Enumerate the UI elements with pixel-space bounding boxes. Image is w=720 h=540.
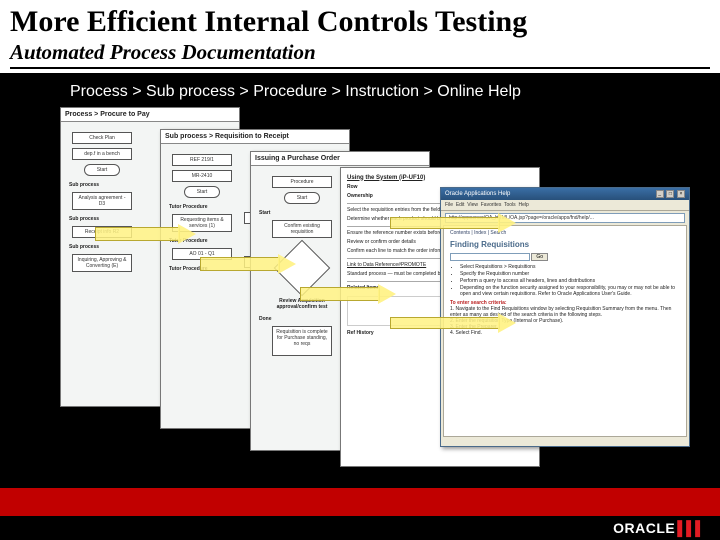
title-block: More Efficient Internal Controls Testing… [0,0,720,73]
cascade-stage: Process > Procure to Pay Check Plan dep.… [0,107,720,477]
instr-footer: Ref History [347,330,374,336]
breadcrumb: Process > Sub process > Procedure > Inst… [0,73,720,101]
help-bullet: Perform a query to access all headers, l… [460,278,680,284]
help-content: Contents | Index | Search Finding Requis… [443,225,687,437]
fc-label: Tutor Procedure [169,238,235,244]
doc-online-help: Oracle Applications Help _ □ × File Edit… [440,187,690,447]
footer-accent-bar [0,488,720,516]
instr-row: Row [347,184,358,190]
slide-subtitle: Automated Process Documentation [10,40,710,69]
fc-box: Receipt info R2 [72,226,132,238]
help-bullet: Specify the Requisition number [460,271,680,277]
fc-label: Sub process [69,216,135,222]
fc-label: Sub process [69,244,135,250]
slide-title: More Efficient Internal Controls Testing [10,6,710,38]
fc-box: AO 01 - Q1 [172,248,232,260]
help-nav[interactable]: Contents | Index | Search [450,230,680,236]
doc-procedure-header: Issuing a Purchase Order [251,152,429,166]
instr-heading: Using the System (iP-UF10) [347,174,533,182]
help-search-row: Go [450,253,680,261]
help-heading: Finding Requisitions [450,240,680,249]
fc-box: MR-2410 [172,170,232,182]
fc-box: Confirm existing requisition [272,220,332,238]
maximize-icon[interactable]: □ [666,190,674,198]
fc-box: Check Plan [72,132,132,144]
fc-start: Start [84,164,120,176]
fc-label: Tutor Procedure [169,204,235,210]
address-bar[interactable]: http://appserver/OA_HTML/OA.jsp?page=/or… [445,213,685,223]
fc-start: Start [284,192,320,204]
fc-box: Analysis agreement - D3 [72,192,132,210]
help-bullet: Select Requisitions > Requisitions [460,264,680,270]
footer-bar: ORACLE▌▌▌ [0,516,720,540]
help-bullet: Depending on the function security assig… [460,285,680,297]
help-step: 1. Navigate to the Find Requisitions win… [450,306,680,318]
window-menubar: File Edit View Favorites Tools Help [441,200,689,211]
instr-ownership: Ownership [347,193,373,199]
instr-section: Related Items [347,285,380,291]
window-titlebar: Oracle Applications Help _ □ × [441,188,689,200]
fc-start: Start [184,186,220,198]
fc-box: Procedure [272,176,332,188]
minimize-icon[interactable]: _ [656,190,664,198]
fc-label: Done [259,316,345,322]
fc-box: REF 219/1 [172,154,232,166]
fc-label: Sub process [69,182,135,188]
doc-subprocess-header: Sub process > Requisition to Receipt [161,130,349,144]
search-button[interactable]: Go [531,253,548,261]
fc-decision [274,239,331,296]
oracle-logo-text: ORACLE [613,520,675,536]
window-buttons: _ □ × [655,190,685,198]
oracle-logo: ORACLE▌▌▌ [613,520,704,536]
search-input[interactable] [450,253,530,261]
help-step: 4. Select Find. [450,330,680,336]
fc-label: Start [259,210,345,216]
fc-box: dep.f in a bench [72,148,132,160]
close-icon[interactable]: × [677,190,685,198]
fc-label: Tutor Procedure [169,266,235,272]
fc-box: Requisition is complete for Purchase sta… [272,326,332,356]
oracle-logo-bars-icon: ▌▌▌ [677,520,704,536]
help-bullets: Select Requisitions > Requisitions Speci… [460,264,680,297]
window-title: Oracle Applications Help [445,191,510,197]
doc-process-header: Process > Procure to Pay [61,108,239,122]
fc-note: Review Acquisition approval/confirm test [259,298,345,310]
fc-box: Inquiring, Approving & Converting (E) [72,254,132,272]
fc-box: Requesting items & services (1) [172,214,232,232]
